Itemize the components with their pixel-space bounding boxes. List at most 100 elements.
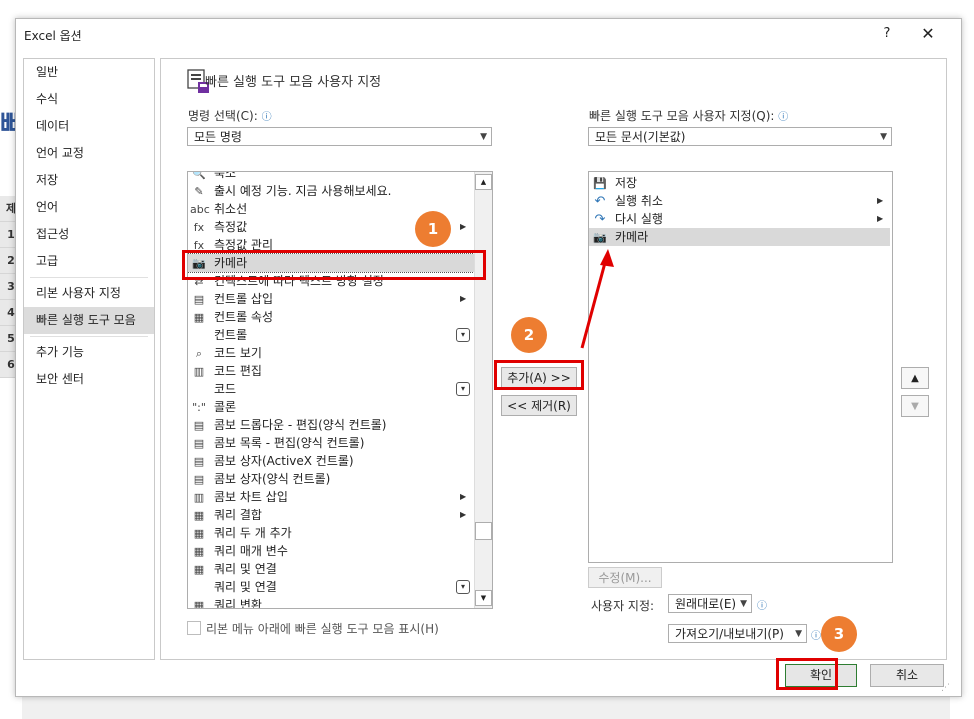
- command-label: 콤보 목록 - 편집(양식 컨트롤): [214, 436, 365, 450]
- qat-item[interactable]: 💾 저장: [589, 174, 890, 192]
- sidebar-item[interactable]: 수식: [24, 86, 154, 113]
- command-item[interactable]: ▦ 쿼리 변환: [188, 596, 474, 609]
- sidebar-item[interactable]: 고급: [24, 248, 154, 275]
- command-item[interactable]: ▤ 콤보 상자(ActiveX 컨트롤): [188, 452, 474, 470]
- edit-code-icon: ▥: [193, 365, 205, 378]
- qat-label: 실행 취소: [615, 194, 663, 208]
- command-item[interactable]: ▤ 컨트롤 삽입 ▶: [188, 290, 474, 308]
- command-item[interactable]: ▦ 쿼리 두 개 추가: [188, 524, 474, 542]
- command-item[interactable]: ▦ 컨트롤 속성: [188, 308, 474, 326]
- sidebar-separator: [30, 277, 148, 278]
- scroll-down-icon[interactable]: ▼: [475, 590, 492, 606]
- command-label: 쿼리 및 연결: [214, 580, 277, 594]
- sidebar-item[interactable]: 일반: [24, 59, 154, 86]
- qat-item[interactable]: ↶ 실행 취소 ▶: [589, 192, 890, 210]
- qat-target-combo[interactable]: 모든 문서(기본값) ▼: [588, 127, 892, 146]
- sidebar-item[interactable]: 접근성: [24, 221, 154, 248]
- chevron-down-icon: ▼: [740, 599, 747, 609]
- save-icon: 💾: [593, 177, 607, 190]
- command-label: 콤보 상자(양식 컨트롤): [214, 472, 331, 486]
- command-item[interactable]: ▤ 콤보 목록 - 편집(양식 컨트롤): [188, 434, 474, 452]
- undo-icon: ↶: [594, 194, 606, 209]
- excel-options-dialog: Excel 옵션 ? ✕ 일반 수식 데이터 언어 교정 저장 언어 접근성 고급 리본 사용자…: [15, 18, 962, 697]
- command-label: 코드 보기: [214, 346, 262, 360]
- qat-label: 다시 실행: [615, 212, 663, 226]
- section-title: 빠른 실행 도구 모음 사용자 지정: [205, 75, 382, 90]
- command-label: 컨트롤 속성: [214, 310, 274, 324]
- query-param-icon: ▦: [193, 545, 205, 558]
- command-item[interactable]: 🔍 축소: [188, 172, 474, 182]
- command-item[interactable]: ▤ 콤보 드롭다운 - 편집(양식 컨트롤): [188, 416, 474, 434]
- command-label: 콤보 드롭다운 - 편집(양식 컨트롤): [214, 418, 387, 432]
- command-item[interactable]: 쿼리 및 연결 ▾: [188, 578, 474, 596]
- combo-list-icon: ▤: [193, 437, 205, 450]
- custom-label: 사용자 지정:: [591, 599, 655, 613]
- query-append-icon: ▦: [193, 527, 205, 540]
- import-export-combo[interactable]: 가져오기/내보내기(P) ▼: [668, 624, 807, 643]
- info-icon: ⓘ: [778, 112, 789, 123]
- sidebar-item[interactable]: 언어 교정: [24, 140, 154, 167]
- sidebar-item[interactable]: 보안 센터: [24, 366, 154, 393]
- highlight-camera-command: [182, 250, 486, 280]
- combo-box-icon: ▤: [193, 455, 205, 468]
- close-button[interactable]: ✕: [916, 23, 940, 45]
- command-item[interactable]: ✎ 출시 예정 기능. 지금 사용해보세요.: [188, 182, 474, 200]
- sidebar-item[interactable]: 추가 기능: [24, 339, 154, 366]
- sidebar-item[interactable]: 데이터: [24, 113, 154, 140]
- resize-grip-icon[interactable]: ⋰: [941, 683, 950, 693]
- qat-label: 저장: [615, 176, 638, 190]
- sidebar-item[interactable]: 언어: [24, 194, 154, 221]
- qat-customize-panel: 빠른 실행 도구 모음 사용자 지정 명령 선택(C): ⓘ 모든 명령 ▼ 🔍 축…: [160, 58, 947, 660]
- red-arrow-icon: [580, 249, 614, 349]
- sidebar-item[interactable]: 저장: [24, 167, 154, 194]
- sidebar-item[interactable]: 빠른 실행 도구 모음: [24, 307, 154, 334]
- command-scrollbar[interactable]: ▲ ▼: [474, 172, 492, 608]
- qat-item[interactable]: ↷ 다시 실행 ▶: [589, 210, 890, 228]
- move-up-button[interactable]: ▲: [901, 367, 929, 389]
- view-code-icon: ⌕: [195, 347, 203, 360]
- command-label: 콤보 차트 삽입: [214, 490, 288, 504]
- combo-icon: ▤: [193, 419, 205, 432]
- query-transform-icon: ▦: [193, 599, 205, 609]
- reset-combo[interactable]: 원래대로(E) ▼: [668, 594, 752, 613]
- modify-button[interactable]: 수정(M)...: [588, 567, 662, 588]
- submenu-arrow-icon: ▶: [460, 510, 467, 519]
- qat-item[interactable]: 📷 카메라: [589, 228, 890, 246]
- command-item[interactable]: ▥ 콤보 차트 삽입 ▶: [188, 488, 474, 506]
- command-item[interactable]: ⌕ 코드 보기: [188, 344, 474, 362]
- command-item[interactable]: 코드 ▾: [188, 380, 474, 398]
- command-item[interactable]: ▦ 쿼리 매개 변수: [188, 542, 474, 560]
- highlight-add-button: [494, 360, 584, 390]
- strikethrough-icon: abc: [190, 203, 210, 216]
- move-down-button[interactable]: ▼: [901, 395, 929, 417]
- scroll-up-icon[interactable]: ▲: [475, 174, 492, 190]
- qat-listbox[interactable]: 💾 저장 ↶ 실행 취소 ▶ ↷ 다시 실행 ▶ 📷 카메라: [588, 171, 893, 563]
- command-item[interactable]: 컨트롤 ▾: [188, 326, 474, 344]
- sidebar-item[interactable]: 리본 사용자 지정: [24, 280, 154, 307]
- info-icon: ⓘ: [757, 601, 767, 612]
- command-label: 콤보 상자(ActiveX 컨트롤): [214, 454, 354, 468]
- chevron-down-icon: ▼: [795, 629, 802, 639]
- scroll-thumb[interactable]: [475, 522, 492, 540]
- command-item[interactable]: ▤ 콤보 상자(양식 컨트롤): [188, 470, 474, 488]
- command-item[interactable]: ":" 콜론: [188, 398, 474, 416]
- remove-button[interactable]: << 제거(R): [501, 395, 577, 416]
- command-label: 쿼리 및 연결: [214, 562, 277, 576]
- command-label: 콜론: [214, 400, 237, 414]
- command-label: 쿼리 결합: [214, 508, 262, 522]
- dropdown-marker-icon: ▾: [456, 580, 470, 594]
- wand-icon: ✎: [194, 185, 204, 198]
- command-source-combo[interactable]: 모든 명령 ▼: [187, 127, 492, 146]
- cancel-button[interactable]: 취소: [870, 664, 944, 687]
- highlight-ok-button: [776, 658, 838, 690]
- show-below-ribbon-checkbox[interactable]: [187, 621, 201, 635]
- callout-step-1: 1: [415, 211, 451, 247]
- command-item[interactable]: ▦ 쿼리 결합 ▶: [188, 506, 474, 524]
- command-label: 취소선: [214, 202, 248, 216]
- command-item[interactable]: ▦ 쿼리 및 연결: [188, 560, 474, 578]
- command-label: 코드 편집: [214, 364, 262, 378]
- help-button[interactable]: ?: [876, 23, 898, 45]
- command-item[interactable]: ▥ 코드 편집: [188, 362, 474, 380]
- command-label: 쿼리 매개 변수: [214, 544, 288, 558]
- show-below-ribbon-label: 리본 메뉴 아래에 빠른 실행 도구 모음 표시(H): [206, 622, 439, 636]
